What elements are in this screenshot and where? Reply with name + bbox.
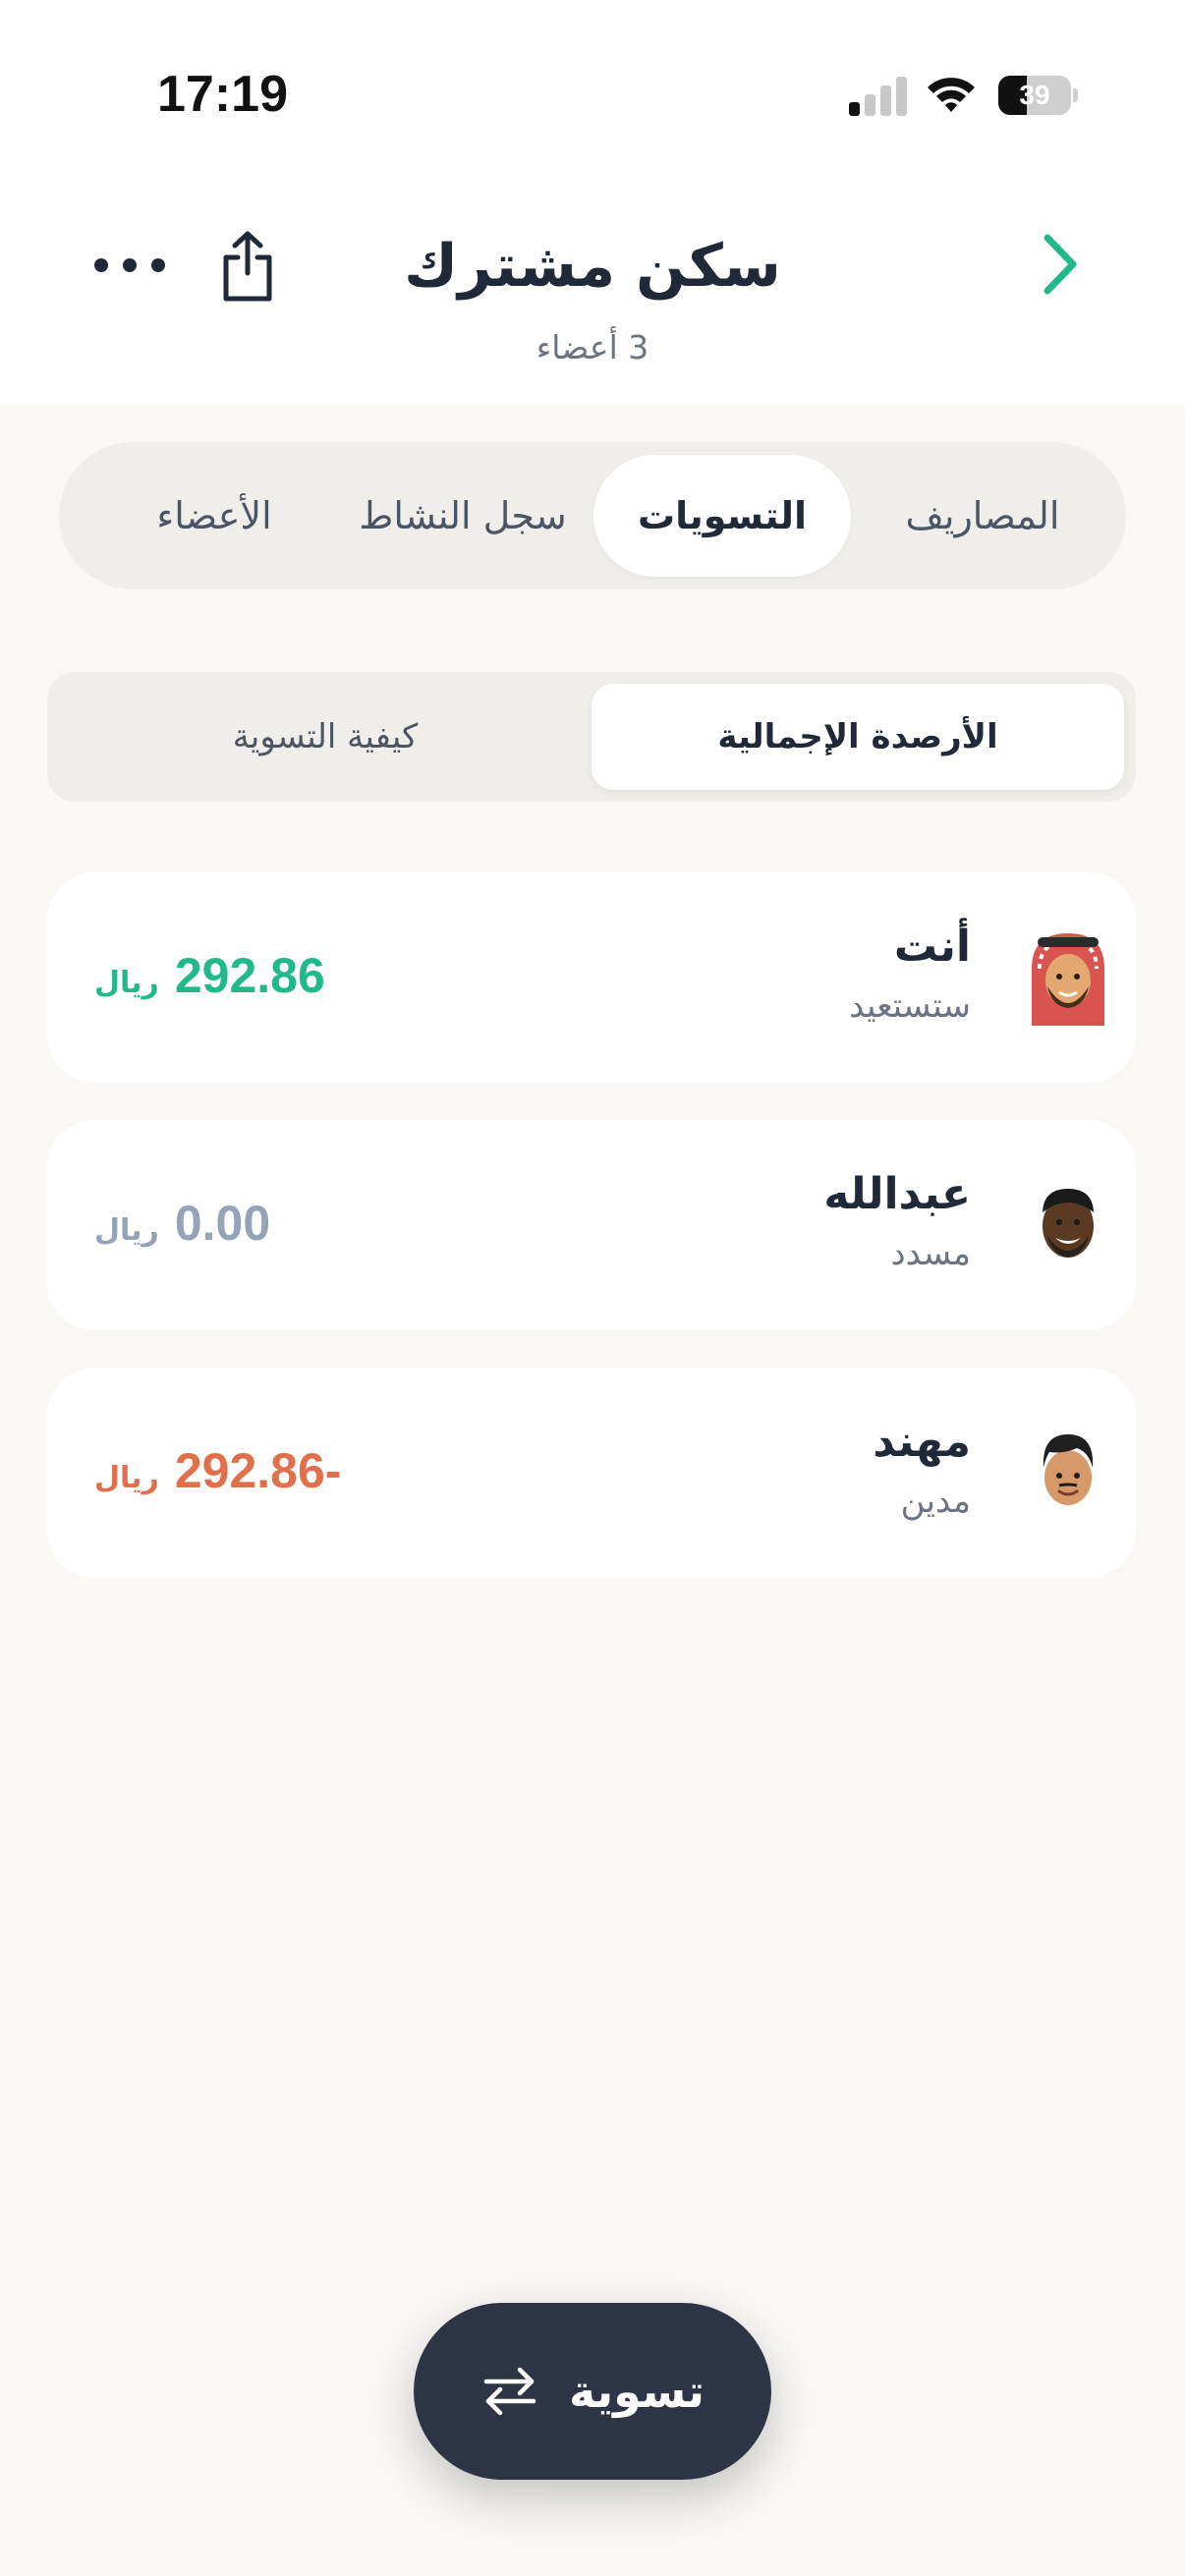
balance-amount: ريال 292.86 <box>94 947 325 1010</box>
member-name: عبدالله <box>823 1169 971 1219</box>
member-count: 3 أعضاء <box>536 328 649 366</box>
tab-settlements[interactable]: التسويات <box>593 455 851 577</box>
tab-expenses[interactable]: المصاريف <box>853 442 1112 589</box>
settle-button-label: تسوية <box>568 2365 705 2418</box>
segment-total-balances[interactable]: الأرصدة الإجمالية <box>592 684 1124 790</box>
member-balance-status: ستستعيد <box>849 986 971 1026</box>
member-balance-status: مدين <box>900 1482 971 1521</box>
amount-value: 292.86 <box>174 948 325 1003</box>
currency-label: ريال <box>94 1461 159 1495</box>
amount-value: 292.86- <box>174 1443 342 1498</box>
balance-amount: ريال 292.86- <box>94 1442 341 1505</box>
chevron-right-back-icon[interactable] <box>1038 230 1085 299</box>
member-name: أنت <box>893 922 971 972</box>
balance-card[interactable]: أنت ستستعيد ريال 292.86 <box>47 872 1136 1083</box>
amount-value: 0.00 <box>174 1196 271 1251</box>
more-options-button[interactable] <box>94 236 165 295</box>
cellular-signal-icon <box>849 77 907 116</box>
battery-percentage: 39 <box>1019 80 1050 110</box>
currency-label: ريال <box>94 966 159 1000</box>
man-avatar <box>1043 1189 1094 1258</box>
page-title: سكن مشترك <box>404 232 781 301</box>
segment-how-to-settle[interactable]: كيفية التسوية <box>59 672 592 802</box>
battery-indicator: 39 <box>998 76 1078 115</box>
wifi-icon <box>928 78 975 112</box>
main-tab-bar: المصاريف التسويات سجل النشاط الأعضاء <box>59 442 1126 589</box>
balance-card[interactable]: عبدالله مسدد ريال 0.00 <box>47 1120 1136 1330</box>
member-balance-status: مسدد <box>890 1234 971 1273</box>
young-man-avatar <box>1043 1434 1094 1505</box>
more-dots-icon <box>94 258 108 272</box>
share-icon[interactable] <box>218 230 277 303</box>
balance-view-segmented-control: الأرصدة الإجمالية كيفية التسوية <box>47 672 1136 802</box>
settle-button[interactable]: تسوية <box>414 2303 771 2480</box>
tab-members[interactable]: الأعضاء <box>98 442 330 589</box>
balance-card[interactable]: مهند مدين ريال 292.86- <box>47 1368 1136 1578</box>
swap-arrows-icon <box>483 2367 536 2416</box>
man-ghutra-avatar <box>1032 933 1104 1026</box>
tab-activity-log[interactable]: سجل النشاط <box>334 442 592 589</box>
balance-amount: ريال 0.00 <box>94 1195 270 1258</box>
member-name: مهند <box>873 1417 971 1467</box>
currency-label: ريال <box>94 1213 159 1248</box>
status-time: 17:19 <box>157 66 288 123</box>
